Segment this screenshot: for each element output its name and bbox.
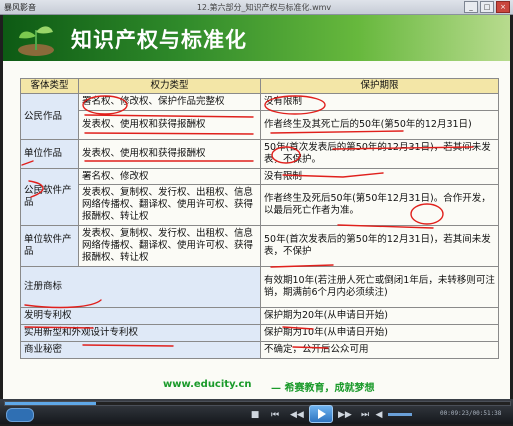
term-cell: 不确定，公开后公众可用 <box>260 341 499 359</box>
term-cell: 50年(首次发表后的第50年的12月31日)，若其间未发表，不保护。 <box>260 139 499 169</box>
slide-title: 知识产权与标准化 <box>71 28 247 52</box>
table-row: 发表权、使用权和获得报酬权 作者终生及其死亡后的50年(第50年的12月31日) <box>21 110 499 140</box>
object-type-cell: 单位作品 <box>20 139 79 169</box>
ip-protection-table: 客体类型 权力类型 保护期限 公民作品 署名权、修改权、保护作品完整权 没有限制… <box>20 78 499 359</box>
rights-cell: 发表权、复制权、发行权、出租权、信息网络传播权、翻译权、使用许可权、获得报酬权、… <box>78 184 261 226</box>
play-icon <box>318 409 326 419</box>
term-cell: 50年(首次发表后的第50年的12月31日)，若其间未发表，不保护 <box>260 225 499 267</box>
object-type-cell: 公民软件产品 <box>20 168 79 226</box>
term-cell: 没有限制 <box>260 168 499 185</box>
table-row: 注册商标 有效期10年(若注册人死亡或倒闭1年后，未转移则可注销，期满前6个月内… <box>20 266 499 308</box>
object-type-cell: 注册商标 <box>20 266 261 308</box>
slide-banner: 知识产权与标准化 <box>3 15 510 61</box>
object-type-cell: 公民作品 <box>20 93 79 140</box>
table-row: 公民软件产品 署名权、修改权 没有限制 <box>20 168 499 226</box>
term-cell: 作者终生及其死亡后的50年(第50年的12月31日) <box>260 110 499 140</box>
header-object-type: 客体类型 <box>20 78 79 94</box>
header-right-type: 权力类型 <box>78 78 261 94</box>
close-button[interactable]: × <box>496 1 510 13</box>
maximize-button[interactable]: □ <box>480 1 494 13</box>
time-display: 00:09:23/00:51:38 <box>440 410 502 417</box>
rights-cell: 发表权、使用权和获得报酬权 <box>78 110 261 140</box>
term-cell: 没有限制 <box>260 93 499 111</box>
minimize-button[interactable]: _ <box>464 1 478 13</box>
slide-footer: www.educity.cn — 希赛教育，成就梦想 <box>3 375 510 399</box>
object-type-cell: 发明专利权 <box>20 307 261 325</box>
table-row: 单位软件产品 发表权、复制权、发行权、出租权、信息网络传播权、翻译权、使用许可权… <box>20 225 499 267</box>
rights-cell: 署名权、修改权 <box>78 168 261 185</box>
app-name: 暴风影音 <box>4 2 36 12</box>
slide: 知识产权与标准化 客体类型 权力类型 保护期限 公民作品 署名权、修改权、保护作… <box>3 15 510 399</box>
player-controls: ■ ⏮ ◀◀ ▶▶ ⏭ ◀ 00:09:23/00:51:38 <box>0 399 513 424</box>
table-row: 商业秘密 不确定，公开后公众可用 <box>20 341 499 359</box>
seek-bar[interactable] <box>4 401 511 406</box>
table-header-row: 客体类型 权力类型 保护期限 <box>20 78 499 94</box>
table-row: 发明专利权 保护期为20年(从申请日开始) <box>20 307 499 325</box>
object-type-cell: 商业秘密 <box>20 341 261 359</box>
window-controls: _ □ × <box>464 1 510 13</box>
table-row: 实用新型和外观设计专利权 保护期为10年(从申请日开始) <box>20 324 499 342</box>
forward-icon[interactable]: ▶▶ <box>338 410 352 420</box>
object-type-cell: 单位软件产品 <box>20 225 79 267</box>
play-button[interactable] <box>309 405 333 423</box>
rights-cell: 发表权、复制权、发行权、出租权、信息网络传播权、翻译权、使用许可权、获得报酬权、… <box>78 225 261 267</box>
table-row: 发表权、复制权、发行权、出租权、信息网络传播权、翻译权、使用许可权、获得报酬权、… <box>21 184 499 226</box>
term-cell: 保护期为10年(从申请日开始) <box>260 324 499 342</box>
footer-slogan: — 希赛教育，成就梦想 <box>271 383 375 394</box>
volume-slider[interactable] <box>388 413 412 416</box>
volume-icon[interactable]: ◀ <box>374 410 384 420</box>
term-cell: 作者终生及死后50年(第50年12月31日)。合作开发，以最后死亡作者为准。 <box>260 184 499 226</box>
rights-cell: 署名权、修改权、保护作品完整权 <box>78 93 261 111</box>
next-icon[interactable]: ⏭ <box>360 410 370 420</box>
stop-icon[interactable]: ■ <box>250 410 260 420</box>
window-title: 12.第六部分_知识产权与标准化.wmv <box>196 2 332 12</box>
eye-icon[interactable] <box>6 408 34 422</box>
footer-url[interactable]: www.educity.cn <box>163 379 252 390</box>
window-titlebar: 暴风影音 12.第六部分_知识产权与标准化.wmv _ □ × <box>0 0 513 15</box>
header-protection-term: 保护期限 <box>260 78 499 94</box>
rights-cell: 发表权、使用权和获得报酬权 <box>78 139 261 169</box>
seek-progress <box>5 402 96 405</box>
table-row: 公民作品 署名权、修改权、保护作品完整权 没有限制 <box>20 93 499 140</box>
object-type-cell: 实用新型和外观设计专利权 <box>20 324 261 342</box>
plant-logo-icon <box>18 26 54 56</box>
rewind-icon[interactable]: ◀◀ <box>290 410 304 420</box>
term-cell: 有效期10年(若注册人死亡或倒闭1年后，未转移则可注销，期满前6个月内必须续注) <box>260 266 499 308</box>
previous-icon[interactable]: ⏮ <box>270 410 280 420</box>
term-cell: 保护期为20年(从申请日开始) <box>260 307 499 325</box>
table-row: 单位作品 发表权、使用权和获得报酬权 50年(首次发表后的第50年的12月31日… <box>20 139 499 169</box>
